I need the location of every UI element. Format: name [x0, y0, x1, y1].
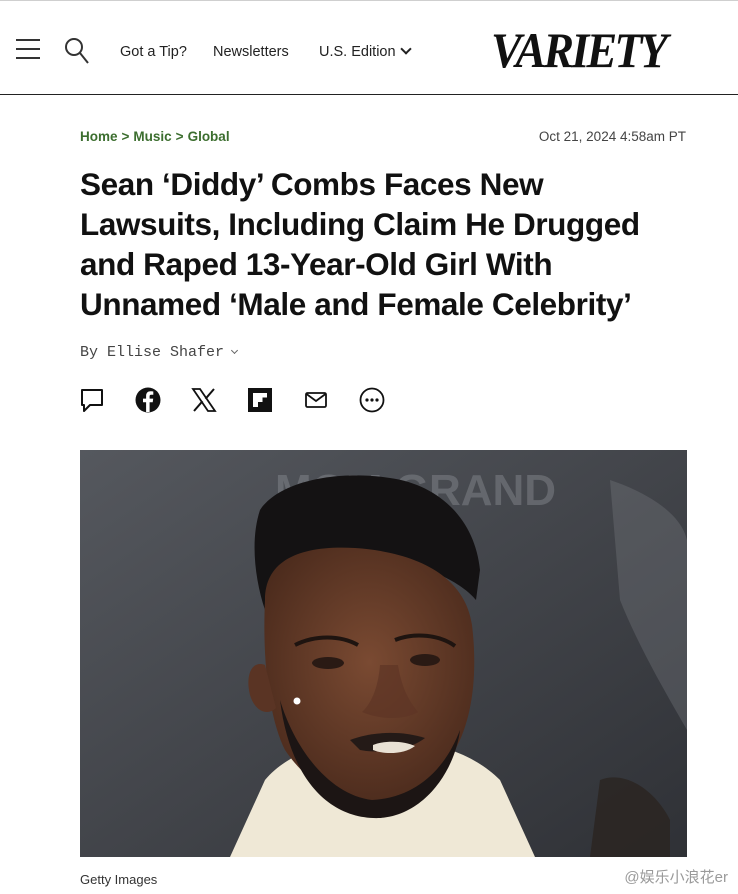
breadcrumb-separator: >: [175, 129, 184, 144]
hero-image[interactable]: MGM GRAND: [80, 450, 687, 857]
search-icon[interactable]: [64, 37, 90, 65]
byline-prefix: By: [80, 344, 99, 361]
x-icon[interactable]: [190, 386, 218, 414]
hero-photo: MGM GRAND: [80, 450, 687, 857]
breadcrumb-home[interactable]: Home: [80, 129, 118, 144]
chevron-down-icon: [399, 43, 412, 55]
edition-selector[interactable]: U.S. Edition: [319, 43, 412, 60]
article-headline: Sean ‘Diddy’ Combs Faces New Lawsuits, I…: [80, 166, 640, 322]
email-icon[interactable]: [302, 386, 330, 414]
variety-logo[interactable]: VARIETY: [491, 22, 668, 78]
site-header: Got a Tip? Newsletters U.S. Edition VARI…: [0, 0, 738, 95]
image-caption: Getty Images: [80, 872, 158, 887]
breadcrumb: Home > Music > Global: [80, 129, 230, 144]
author-name[interactable]: Ellise Shafer: [107, 344, 224, 361]
newsletters-link[interactable]: Newsletters: [213, 44, 289, 60]
breadcrumb-global[interactable]: Global: [188, 129, 230, 144]
got-a-tip-link[interactable]: Got a Tip?: [120, 44, 187, 60]
chevron-down-icon[interactable]: [231, 346, 239, 355]
publish-timestamp: Oct 21, 2024 4:58am PT: [538, 129, 686, 144]
byline: By Ellise Shafer: [80, 344, 239, 361]
facebook-icon[interactable]: [134, 386, 162, 414]
more-icon[interactable]: [358, 386, 386, 414]
menu-icon[interactable]: [16, 39, 40, 61]
watermark: @娱乐小浪花er: [624, 869, 728, 886]
flipboard-icon[interactable]: [246, 386, 274, 414]
edition-label: U.S. Edition: [319, 44, 396, 60]
breadcrumb-music[interactable]: Music: [133, 129, 171, 144]
comment-icon[interactable]: [78, 386, 106, 414]
breadcrumb-separator: >: [121, 129, 130, 144]
